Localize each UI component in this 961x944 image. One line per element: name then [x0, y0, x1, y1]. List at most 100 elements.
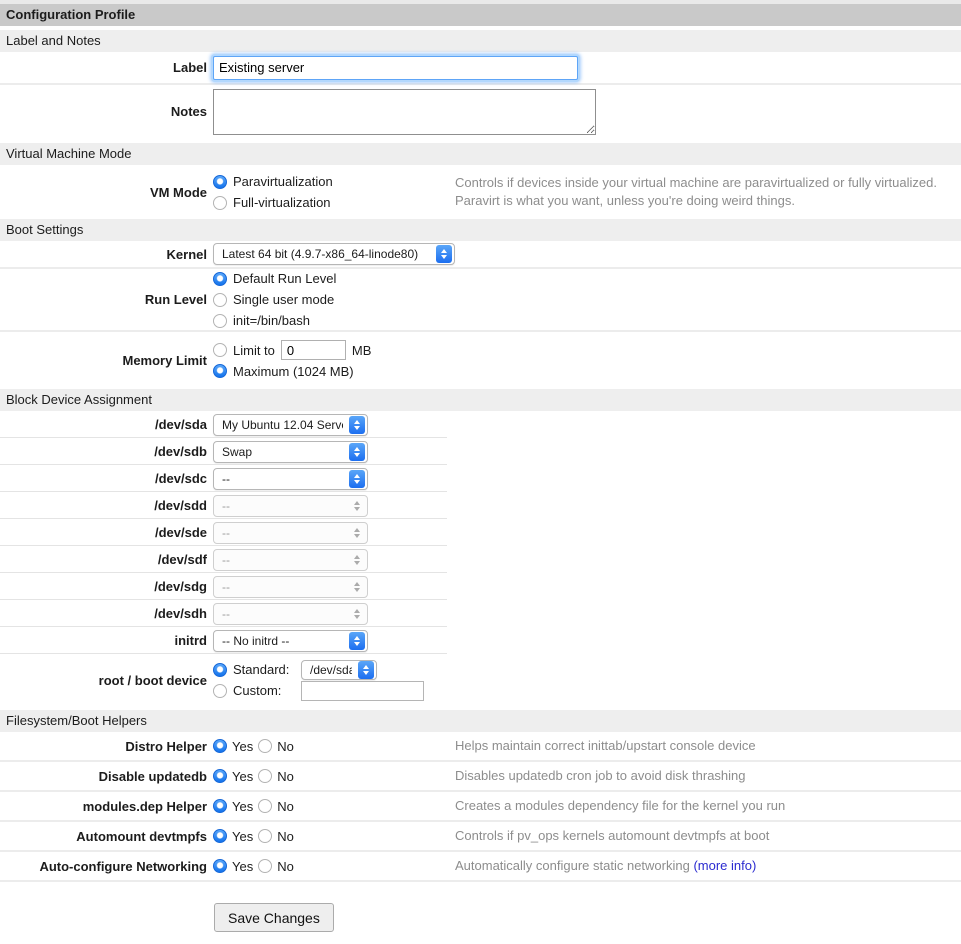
memory-limit-row: Memory Limit Limit to MB Maximum (1024 M…: [0, 332, 961, 389]
section-label-and-notes: Label and Notes: [0, 30, 961, 52]
device-row-sda: /dev/sda My Ubuntu 12.04 Server: [0, 411, 961, 438]
vm-mode-paravirtualization-label: Paravirtualization: [233, 174, 333, 189]
disable-updatedb-no-radio[interactable]: [258, 769, 272, 783]
vm-mode-label: VM Mode: [0, 185, 207, 200]
section-block-device-assignment: Block Device Assignment: [0, 389, 961, 411]
initrd-label: initrd: [0, 633, 207, 648]
root-device-standard-radio[interactable]: [213, 663, 227, 677]
vm-mode-full-virtualization-radio[interactable]: [213, 196, 227, 210]
modules-dep-no-radio[interactable]: [258, 799, 272, 813]
device-sdc-select[interactable]: --: [213, 468, 368, 490]
modules-dep-yes-radio[interactable]: [213, 799, 227, 813]
distro-helper-no-radio[interactable]: [258, 739, 272, 753]
run-level-init-bash-label: init=/bin/bash: [233, 313, 310, 328]
initrd-row: initrd -- No initrd --: [0, 627, 961, 654]
root-device-custom-input[interactable]: [301, 681, 424, 701]
device-sdf-label: /dev/sdf: [0, 552, 207, 567]
select-arrows-icon: [349, 551, 365, 569]
modules-dep-help: Creates a modules dependency file for th…: [455, 797, 785, 815]
label-input[interactable]: [213, 56, 578, 80]
no-label: No: [277, 799, 294, 814]
auto-configure-networking-no-radio[interactable]: [258, 859, 272, 873]
yes-label: Yes: [232, 859, 253, 874]
root-device-custom-radio[interactable]: [213, 684, 227, 698]
device-sdf-select: --: [213, 549, 368, 571]
vm-mode-full-virtualization-label: Full-virtualization: [233, 195, 331, 210]
run-level-init-bash-radio[interactable]: [213, 314, 227, 328]
device-sdh-select: --: [213, 603, 368, 625]
memory-maximum-radio[interactable]: [213, 364, 227, 378]
kernel-row: Kernel Latest 64 bit (4.9.7-x86_64-linod…: [0, 241, 961, 269]
device-sde-label: /dev/sde: [0, 525, 207, 540]
run-level-default-radio[interactable]: [213, 272, 227, 286]
run-level-single-user-radio[interactable]: [213, 293, 227, 307]
run-level-label: Run Level: [0, 292, 207, 307]
memory-limit-unit: MB: [352, 343, 372, 358]
device-sda-label: /dev/sda: [0, 417, 207, 432]
select-arrows-icon: [349, 443, 365, 461]
memory-limit-input[interactable]: [281, 340, 346, 360]
notes-row: Notes: [0, 85, 961, 138]
automount-devtmpfs-help: Controls if pv_ops kernels automount dev…: [455, 827, 769, 845]
device-row-sdb: /dev/sdb Swap: [0, 438, 961, 465]
device-sdh-label: /dev/sdh: [0, 606, 207, 621]
device-row-sdf: /dev/sdf --: [0, 546, 961, 573]
automount-devtmpfs-yes-radio[interactable]: [213, 829, 227, 843]
select-arrows-icon: [349, 605, 365, 623]
device-sdb-select[interactable]: Swap: [213, 441, 368, 463]
notes-textarea[interactable]: [213, 89, 596, 135]
memory-maximum-label: Maximum (1024 MB): [233, 364, 354, 379]
automount-devtmpfs-label: Automount devtmpfs: [0, 829, 207, 844]
disable-updatedb-yes-radio[interactable]: [213, 769, 227, 783]
select-arrows-icon: [436, 245, 452, 263]
section-virtual-machine-mode: Virtual Machine Mode: [0, 143, 961, 165]
memory-limit-label: Memory Limit: [0, 353, 207, 368]
more-info-link[interactable]: (more info): [693, 858, 756, 873]
distro-helper-yes-radio[interactable]: [213, 739, 227, 753]
root-device-custom-label: Custom:: [233, 683, 295, 698]
device-row-sdg: /dev/sdg --: [0, 573, 961, 600]
no-label: No: [277, 739, 294, 754]
select-arrows-icon: [349, 470, 365, 488]
disable-updatedb-help: Disables updatedb cron job to avoid disk…: [455, 767, 746, 785]
automount-devtmpfs-no-radio[interactable]: [258, 829, 272, 843]
device-sdg-select: --: [213, 576, 368, 598]
section-filesystem-boot-helpers: Filesystem/Boot Helpers: [0, 710, 961, 732]
kernel-select[interactable]: Latest 64 bit (4.9.7-x86_64-linode80): [213, 243, 455, 265]
disable-updatedb-label: Disable updatedb: [0, 769, 207, 784]
select-arrows-icon: [358, 661, 374, 679]
helper-row-modules-dep: modules.dep Helper Yes No Creates a modu…: [0, 792, 961, 822]
run-level-row: Run Level Default Run Level Single user …: [0, 269, 961, 332]
initrd-select[interactable]: -- No initrd --: [213, 630, 368, 652]
no-label: No: [277, 829, 294, 844]
modules-dep-helper-label: modules.dep Helper: [0, 799, 207, 814]
select-arrows-icon: [349, 578, 365, 596]
device-sde-select: --: [213, 522, 368, 544]
yes-label: Yes: [232, 799, 253, 814]
distro-helper-help: Helps maintain correct inittab/upstart c…: [455, 737, 756, 755]
run-level-default-label: Default Run Level: [233, 271, 336, 286]
label-row: Label: [0, 52, 961, 85]
vm-mode-help-text: Controls if devices inside your virtual …: [455, 174, 937, 209]
vm-mode-paravirtualization-radio[interactable]: [213, 175, 227, 189]
device-sdd-label: /dev/sdd: [0, 498, 207, 513]
vm-mode-row: VM Mode Paravirtualization Full-virtuali…: [0, 165, 961, 219]
yes-label: Yes: [232, 769, 253, 784]
device-sdb-label: /dev/sdb: [0, 444, 207, 459]
device-sda-select[interactable]: My Ubuntu 12.04 Server: [213, 414, 368, 436]
memory-limit-to-radio[interactable]: [213, 343, 227, 357]
section-boot-settings: Boot Settings: [0, 219, 961, 241]
device-row-sde: /dev/sde --: [0, 519, 961, 546]
device-row-sdh: /dev/sdh --: [0, 600, 961, 627]
save-changes-button[interactable]: Save Changes: [214, 903, 334, 932]
device-sdg-label: /dev/sdg: [0, 579, 207, 594]
helper-row-updatedb: Disable updatedb Yes No Disables updated…: [0, 762, 961, 792]
device-row-sdc: /dev/sdc --: [0, 465, 961, 492]
yes-label: Yes: [232, 739, 253, 754]
root-device-standard-select[interactable]: /dev/sda: [301, 660, 377, 680]
root-boot-device-row: root / boot device Standard: /dev/sda Cu…: [0, 654, 961, 706]
helper-row-networking: Auto-configure Networking Yes No Automat…: [0, 852, 961, 882]
no-label: No: [277, 859, 294, 874]
auto-configure-networking-yes-radio[interactable]: [213, 859, 227, 873]
root-device-standard-label: Standard:: [233, 662, 295, 677]
